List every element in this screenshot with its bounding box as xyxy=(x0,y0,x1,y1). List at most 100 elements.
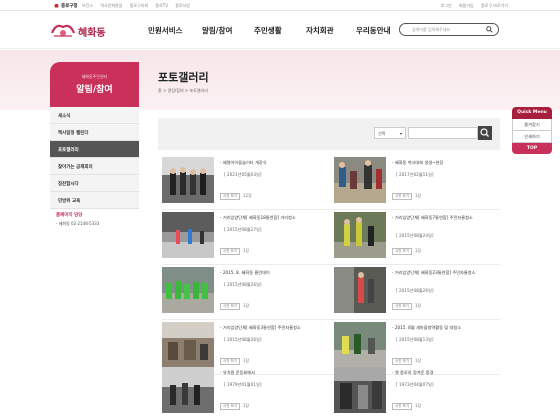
bookmark-button[interactable]: 즐겨찾기 xyxy=(512,119,552,131)
photo-thumbnail[interactable] xyxy=(162,212,214,258)
sidebar-item-photo-gallery[interactable]: 포토갤러리 xyxy=(50,141,139,158)
gallery-item-meta: 사진 보기 12장 xyxy=(220,193,252,200)
photo-count: 1장 xyxy=(415,303,422,308)
gallery-item[interactable]: - 혜명아이들놀이터 개장식 [ 2021년05월03일] 사진 보기 12장 xyxy=(162,157,322,207)
photo-count: 1장 xyxy=(415,193,422,198)
home-link[interactable]: 종로구청 xyxy=(54,3,78,9)
gallery-item-title[interactable]: - 2015. 8월 새마을방역활동 및 대청소 xyxy=(392,325,496,331)
photo-thumbnail[interactable] xyxy=(334,157,386,203)
gallery-item-title[interactable]: - 거리입양단체[ 혜화동23통연합] 주민자율청소 xyxy=(392,270,496,276)
photo-thumbnail[interactable] xyxy=(162,367,214,413)
util-link[interactable]: 역사문화관광 xyxy=(100,3,122,8)
search-icon xyxy=(480,128,489,137)
gallery-item-title[interactable]: - 2015. 8. 혜화동 클린데이 xyxy=(220,270,324,276)
gallery-search-input[interactable] xyxy=(408,127,478,139)
home-icon xyxy=(54,3,59,8)
gallery-item[interactable]: - 2015. 8월 새마을방역활동 및 대청소 [ 2015년08월13일] … xyxy=(334,322,494,372)
view-photo-badge[interactable]: 사진 보기 xyxy=(220,358,240,365)
gallery-item[interactable]: - 거리입양단체[ 혜화동3통연합] 주민자율청소 [ 2015년08월26일]… xyxy=(162,322,322,372)
gallery-item[interactable]: - 2015. 8. 혜화동 클린데이 [ 2015년08월26일] 사진 보기… xyxy=(162,267,322,317)
gallery-item-title[interactable]: - 거리입양단체[ 혜화동18통연합] 거리청소 xyxy=(220,215,324,221)
join-link[interactable]: 회원가입 xyxy=(459,3,474,8)
view-photo-badge[interactable]: 사진 보기 xyxy=(220,303,240,310)
photo-thumbnail[interactable] xyxy=(162,157,214,203)
contact-detail: - 혜화동 02-2148-5333 xyxy=(56,221,100,226)
sidebar-item-civil-defense[interactable]: 민방위 교육 xyxy=(50,192,139,209)
view-photo-badge[interactable]: 사진 보기 xyxy=(220,403,240,410)
view-photo-badge[interactable]: 사진 보기 xyxy=(392,358,412,365)
photo-thumbnail[interactable] xyxy=(162,322,214,368)
gnb-item-life[interactable]: 주민생활 xyxy=(254,25,282,36)
search-type-select[interactable]: 선택 ▾ xyxy=(374,127,406,139)
gnb-item-autonomy[interactable]: 자치회관 xyxy=(306,25,334,36)
gallery-item-title[interactable]: - 옛 종로의 정겨운 풍경 xyxy=(392,370,496,376)
sidebar-item-praise[interactable]: 칭찬합시다 xyxy=(50,175,139,192)
page-title: 포토갤러리 xyxy=(158,71,209,84)
util-link[interactable]: 보건소 xyxy=(82,3,93,8)
photo-count: 1장 xyxy=(415,358,422,363)
login-link[interactable]: 로그인 xyxy=(441,3,452,8)
photo-thumbnail[interactable] xyxy=(334,322,386,368)
view-photo-badge[interactable]: 사진 보기 xyxy=(220,248,240,255)
gallery-item-title[interactable]: - 거리입양단체[ 혜화동7통연합] 주민자율청소 xyxy=(392,215,496,221)
gallery-item-title[interactable]: - 유치원 운동회에서 xyxy=(220,370,324,376)
photo-count: 1장 xyxy=(243,403,250,408)
gallery-item-date: [ 2015년08월26일] xyxy=(396,288,434,293)
gallery-item-date: [ 2015년08월26일] xyxy=(224,282,262,287)
scroll-top-button[interactable]: TOP xyxy=(512,143,552,154)
photo-thumbnail[interactable] xyxy=(334,367,386,413)
site-search-input[interactable]: 검색어를 입력해주세요 xyxy=(399,23,499,36)
gallery-item-title[interactable]: - 거리입양단체[ 혜화동3통연합] 주민자율청소 xyxy=(220,325,324,331)
gallery-item[interactable]: - 거리입양단체[ 혜화동23통연합] 주민자율청소 [ 2015년08월26일… xyxy=(334,267,494,317)
family-site-links: 보건소 역사문화관광 종로구의회 종로TV 종로사랑 xyxy=(82,3,196,9)
gallery-item-title[interactable]: - 혜화동 척사대회 생생~현장 xyxy=(392,160,496,166)
photo-count: 1장 xyxy=(415,248,422,253)
jongno-shortcut-link[interactable]: 종로구 바로가기 xyxy=(481,3,508,8)
util-link[interactable]: 종로사랑 xyxy=(175,3,190,8)
gallery-item[interactable]: - 옛 종로의 정겨운 풍경 [ 1973년04월07일] 사진 보기 1장 xyxy=(334,367,494,417)
gallery-item-meta: 사진 보기 1장 xyxy=(392,303,421,310)
view-photo-badge[interactable]: 사진 보기 xyxy=(392,303,412,310)
photo-thumbnail[interactable] xyxy=(334,267,386,313)
sidebar-header: 혜화동주민센터 알림/참여 xyxy=(50,62,139,107)
photo-count: 1장 xyxy=(243,248,250,253)
page-contact: 홈페이지 담당 - 혜화동 02-2148-5333 xyxy=(56,212,99,227)
gallery-item-date: [ 2021년05월03일] xyxy=(224,172,262,177)
photo-count: 12장 xyxy=(243,193,252,198)
util-link[interactable]: 종로구의회 xyxy=(130,3,148,8)
row-divider xyxy=(162,209,500,210)
gallery-item-meta: 사진 보기 1장 xyxy=(392,403,421,410)
gallery-item[interactable]: - 혜화동 척사대회 생생~현장 [ 2017년02월11일] 사진 보기 1장 xyxy=(334,157,494,207)
view-photo-badge[interactable]: 사진 보기 xyxy=(392,403,412,410)
view-photo-badge[interactable]: 사진 보기 xyxy=(392,193,412,200)
quick-menu-title: Quick Menu xyxy=(512,107,552,119)
site-logo[interactable]: 혜화동 xyxy=(50,19,112,43)
gnb-item-dong-info[interactable]: 우리동안내 xyxy=(356,25,391,36)
sidebar-subtitle: 혜화동주민센터 xyxy=(81,74,108,79)
gallery-item[interactable]: - 유치원 운동회에서 [ 1979년01월01일] 사진 보기 1장 xyxy=(162,367,322,417)
photo-thumbnail[interactable] xyxy=(162,267,214,313)
gallery-item-date: [ 1979년01월01일] xyxy=(224,382,262,387)
gallery-item[interactable]: - 거리입양단체[ 혜화동7통연합] 주민자율청소 [ 2015년08월24일]… xyxy=(334,212,494,262)
gallery-item-date: [ 2015년08월13일] xyxy=(396,337,434,342)
util-link[interactable]: 종로TV xyxy=(155,3,168,8)
gallery-item-title[interactable]: - 혜명아이들놀이터 개장식 xyxy=(220,160,324,166)
row-divider xyxy=(162,264,500,265)
gnb-item-civil[interactable]: 민원서비스 xyxy=(148,25,183,36)
gallery-search-button[interactable] xyxy=(478,126,492,140)
view-photo-badge[interactable]: 사진 보기 xyxy=(220,193,240,200)
sidebar-item-calendar[interactable]: 맥사일정 캘린더 xyxy=(50,124,139,141)
print-button[interactable]: 인쇄하기 xyxy=(512,131,552,143)
gallery-search-bar: 선택 ▾ xyxy=(158,118,500,150)
sidebar-item-meeting[interactable]: 찾아가는 공제회의 xyxy=(50,158,139,175)
gallery-item-meta: 사진 보기 1장 xyxy=(392,358,421,365)
sidebar-item-news[interactable]: 새소식 xyxy=(50,107,139,124)
member-links: 로그인 회원가입 종로구 바로가기 xyxy=(435,3,508,9)
contact-title: 홈페이지 담당 xyxy=(56,213,83,218)
gnb-item-notice[interactable]: 알림/참여 xyxy=(202,25,232,36)
search-icon[interactable] xyxy=(486,26,493,33)
view-photo-badge[interactable]: 사진 보기 xyxy=(392,248,412,255)
gallery-item[interactable]: - 거리입양단체[ 혜화동18통연합] 거리청소 [ 2015년08월27일] … xyxy=(162,212,322,262)
gallery-item-date: [ 2015년08월26일] xyxy=(224,337,262,342)
photo-thumbnail[interactable] xyxy=(334,212,386,258)
